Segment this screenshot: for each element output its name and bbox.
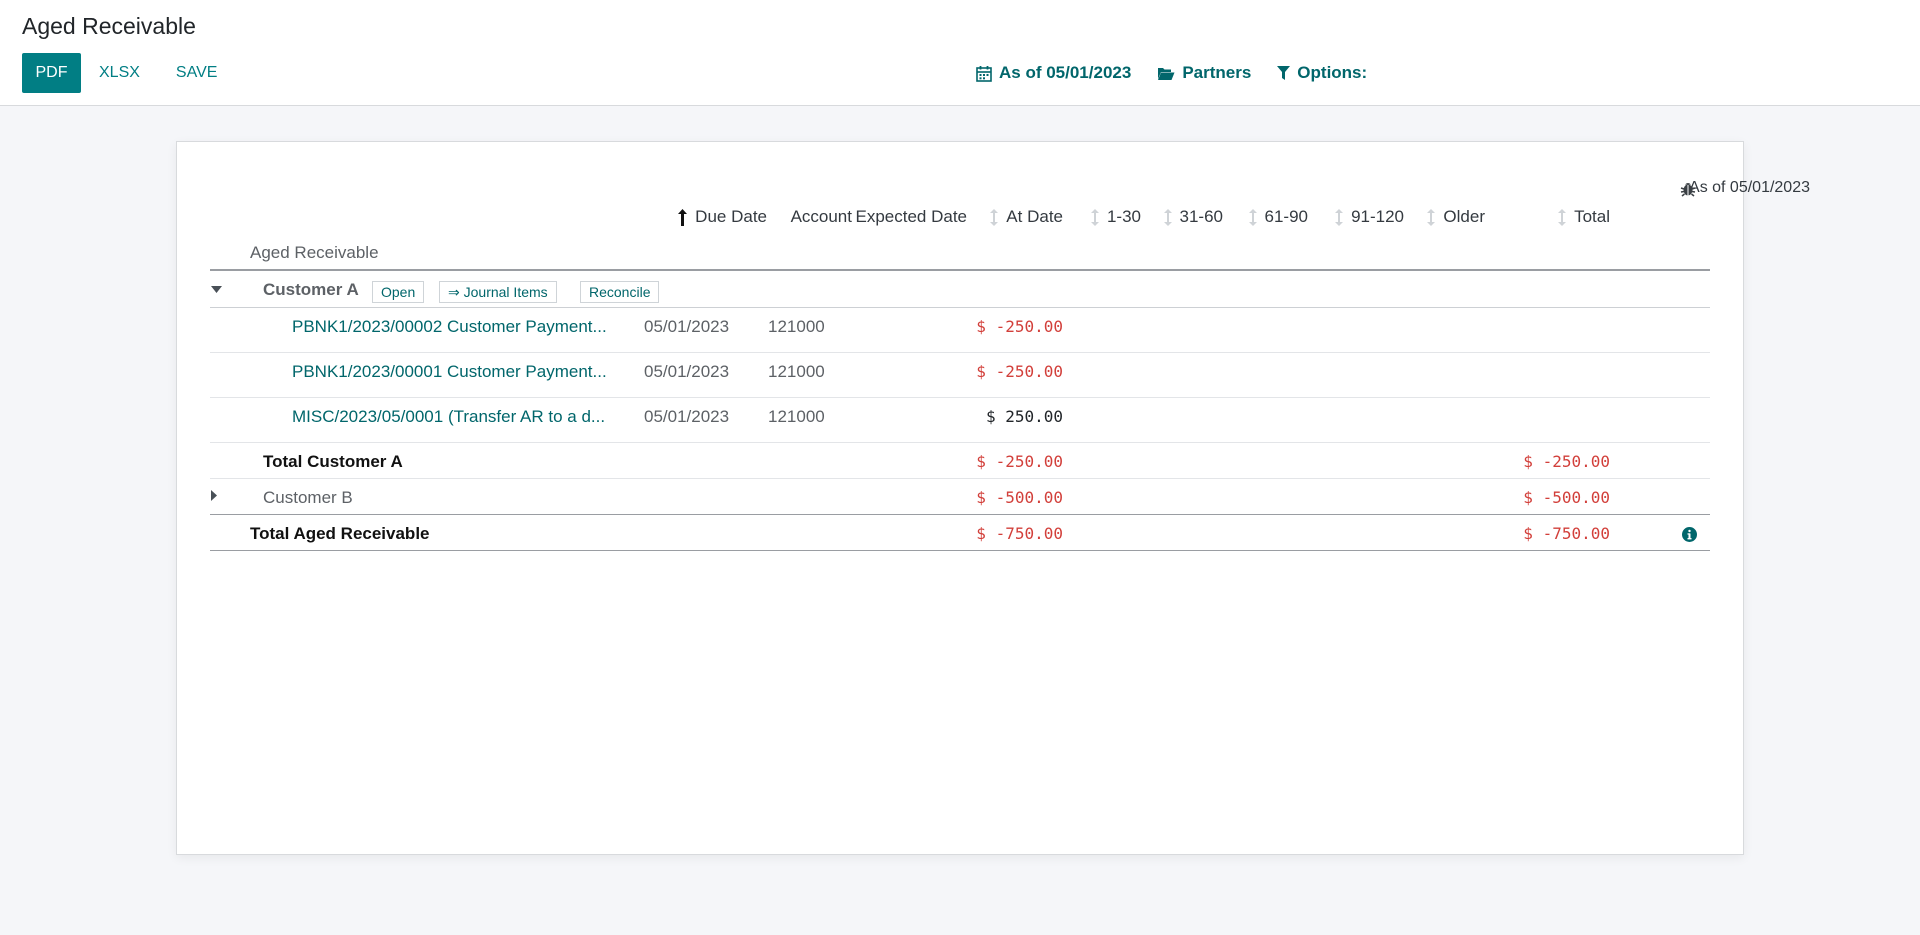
row-divider — [210, 397, 1710, 398]
pdf-button[interactable]: PDF — [22, 53, 81, 93]
bug-icon[interactable] — [1680, 180, 1696, 197]
info-icon[interactable] — [1682, 527, 1697, 542]
partners-filter-label: Partners — [1182, 63, 1252, 82]
column-1-30[interactable]: 1-30 — [1077, 205, 1141, 229]
column-31-60-label: 31-60 — [1179, 207, 1223, 226]
sort-icon — [1427, 208, 1436, 226]
options-filter[interactable]: Options: — [1277, 63, 1367, 83]
date-filter[interactable]: As of 05/01/2023 — [976, 63, 1131, 83]
report-name: Aged Receivable — [250, 243, 379, 262]
caret-down-icon[interactable] — [211, 286, 222, 294]
column-account-label: Account — [790, 207, 852, 226]
report-sheet: As of 05/01/2023 Due Date Account Expect… — [176, 141, 1810, 855]
column-91-120[interactable]: 91-120 — [1322, 205, 1404, 229]
options-filter-label: Options: — [1297, 63, 1368, 82]
report-filters: As of 05/01/2023 Partners Options: — [976, 63, 1393, 83]
customer-a-name[interactable]: Customer A — [263, 280, 359, 300]
column-older-label: Older — [1443, 207, 1485, 226]
move-line-ref[interactable]: PBNK1/2023/00002 Customer Payment... — [292, 317, 607, 337]
calendar-icon — [976, 65, 992, 82]
move-line-due-date: 05/01/2023 — [644, 407, 730, 426]
row-divider — [210, 514, 1710, 515]
move-line-account: 121000 — [768, 407, 825, 426]
total-customer-a-at-date[interactable]: $ -250.00 — [937, 452, 1063, 471]
total-aged-receivable-label: Total Aged Receivable — [250, 524, 430, 543]
sort-icon — [1558, 208, 1567, 226]
move-line-ref[interactable]: PBNK1/2023/00001 Customer Payment... — [292, 362, 607, 382]
column-due-date[interactable]: Due Date — [632, 205, 767, 229]
page-title: Aged Receivable — [22, 13, 196, 39]
header-divider — [210, 269, 1710, 271]
move-line-at-date[interactable]: $ 250.00 — [937, 407, 1063, 426]
open-button[interactable]: Open — [372, 281, 425, 303]
sort-icon — [1163, 208, 1172, 226]
column-1-30-label: 1-30 — [1106, 207, 1141, 226]
arrow-up-icon — [678, 208, 688, 226]
reconcile-button[interactable]: Reconcile — [580, 281, 660, 303]
row-divider — [210, 307, 1710, 308]
move-line-due-date: 05/01/2023 — [644, 317, 730, 336]
column-due-date-label: Due Date — [695, 207, 767, 226]
column-total-label: Total — [1574, 207, 1610, 226]
xlsx-button[interactable]: XLSX — [81, 53, 158, 93]
move-line-account: 121000 — [768, 317, 825, 336]
sort-icon — [990, 208, 999, 226]
move-line-at-date[interactable]: $ -250.00 — [937, 317, 1063, 336]
grand-total-total[interactable]: $ -750.00 — [1477, 524, 1610, 543]
column-61-90[interactable]: 61-90 — [1235, 205, 1308, 229]
sort-icon — [1090, 208, 1099, 226]
folder-open-icon — [1158, 67, 1175, 80]
column-at-date-label: At Date — [1006, 207, 1063, 226]
sort-icon — [1248, 208, 1257, 226]
sort-icon — [1335, 208, 1344, 226]
partners-filter[interactable]: Partners — [1157, 63, 1251, 83]
total-customer-a-total[interactable]: $ -250.00 — [1477, 452, 1610, 471]
footer-divider — [210, 550, 1710, 551]
total-customer-a-label: Total Customer A — [263, 452, 403, 471]
save-button[interactable]: SAVE — [158, 53, 236, 93]
column-at-date[interactable]: At Date — [977, 205, 1063, 229]
customer-b-total[interactable]: $ -500.00 — [1477, 488, 1610, 507]
move-line-due-date: 05/01/2023 — [644, 362, 730, 381]
customer-b-at-date[interactable]: $ -500.00 — [937, 488, 1063, 507]
report-buttons: PDF XLSX SAVE — [22, 53, 235, 93]
control-panel: Aged Receivable PDF XLSX SAVE As of 05/0… — [0, 0, 1920, 106]
column-91-120-label: 91-120 — [1351, 207, 1404, 226]
column-older[interactable]: Older — [1415, 205, 1485, 229]
column-total[interactable]: Total — [1537, 205, 1610, 229]
filter-icon — [1277, 65, 1291, 80]
row-divider — [210, 442, 1710, 443]
row-divider — [210, 478, 1710, 479]
move-line-at-date[interactable]: $ -250.00 — [937, 362, 1063, 381]
move-line-ref[interactable]: MISC/2023/05/0001 (Transfer AR to a d... — [292, 407, 605, 427]
caret-right-icon[interactable] — [211, 490, 218, 501]
as-of-header: As of 05/01/2023 — [1689, 179, 1810, 196]
column-61-90-label: 61-90 — [1264, 207, 1308, 226]
date-filter-label: As of 05/01/2023 — [999, 63, 1132, 82]
move-line-account: 121000 — [768, 362, 825, 381]
column-31-60[interactable]: 31-60 — [1152, 205, 1223, 229]
column-expected-date[interactable]: Expected Date — [855, 205, 967, 229]
column-expected-date-label: Expected Date — [855, 207, 967, 226]
grand-total-at-date[interactable]: $ -750.00 — [937, 524, 1063, 543]
customer-b-name[interactable]: Customer B — [263, 488, 353, 508]
row-divider — [210, 352, 1710, 353]
journal-items-button[interactable]: ⇒ Journal Items — [439, 281, 557, 303]
column-account[interactable]: Account — [777, 205, 852, 229]
